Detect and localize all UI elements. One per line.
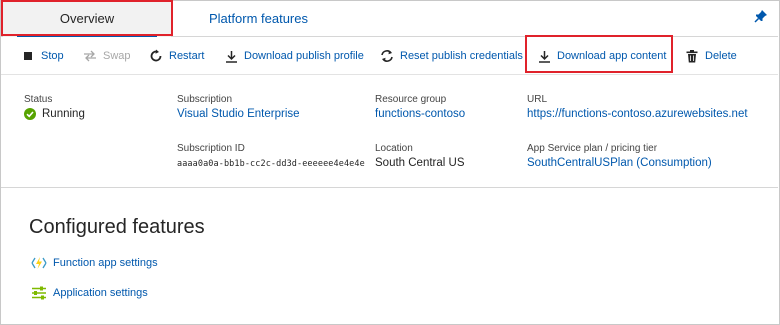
restart-icon xyxy=(149,49,163,63)
subscription-link[interactable]: Visual Studio Enterprise xyxy=(177,108,300,120)
swap-label: Swap xyxy=(103,50,131,62)
subscription-id-value: aaaa0a0a-bb1b-cc2c-dd3d-eeeeee4e4e4e xyxy=(177,159,365,169)
subscription-id-label: Subscription ID xyxy=(177,143,245,154)
download-publish-profile-button[interactable]: Download publish profile xyxy=(224,37,364,75)
restart-label: Restart xyxy=(169,50,205,62)
tab-overview[interactable]: Overview xyxy=(1,0,173,37)
highlight-box-overview xyxy=(1,0,173,36)
command-bar: Stop Swap Restart Download publish profi… xyxy=(1,35,778,75)
status-text: Running xyxy=(42,108,85,120)
running-check-icon xyxy=(24,108,36,120)
plan-link[interactable]: SouthCentralUSPlan (Consumption) xyxy=(527,157,712,169)
function-app-settings-label: Function app settings xyxy=(53,257,158,269)
restart-button[interactable]: Restart xyxy=(149,37,204,75)
download-icon xyxy=(224,49,238,63)
swap-button[interactable]: Swap xyxy=(83,37,131,75)
resource-group-label: Resource group xyxy=(375,94,447,105)
reset-publish-credentials-label: Reset publish credentials xyxy=(400,50,523,62)
function-app-settings-link[interactable]: Function app settings xyxy=(31,255,158,271)
url-link[interactable]: https://functions-contoso.azurewebsites.… xyxy=(527,108,748,120)
location-label: Location xyxy=(375,143,413,154)
location-value: South Central US xyxy=(375,157,465,169)
status-label: Status xyxy=(24,94,53,105)
download-publish-profile-label: Download publish profile xyxy=(244,50,364,62)
tab-platform-features-label: Platform features xyxy=(209,11,308,26)
status-value: Running xyxy=(24,108,85,120)
delete-label: Delete xyxy=(705,50,737,62)
highlight-box-download-app-content xyxy=(525,35,673,73)
pin-icon[interactable] xyxy=(754,9,768,23)
settings-sliders-icon xyxy=(31,286,47,300)
stop-label: Stop xyxy=(41,50,64,62)
stop-button[interactable]: Stop xyxy=(21,37,64,75)
application-settings-label: Application settings xyxy=(53,287,148,299)
tab-bar: Overview Platform features xyxy=(1,0,778,37)
lightning-icon xyxy=(31,256,47,270)
plan-label: App Service plan / pricing tier xyxy=(527,143,658,154)
resource-group-link[interactable]: functions-contoso xyxy=(375,108,465,120)
configured-features-title: Configured features xyxy=(29,216,205,238)
url-label: URL xyxy=(527,94,548,105)
reset-icon xyxy=(380,49,394,63)
tab-platform-features[interactable]: Platform features xyxy=(209,1,308,37)
reset-publish-credentials-button[interactable]: Reset publish credentials xyxy=(380,37,523,75)
application-settings-link[interactable]: Application settings xyxy=(31,285,148,301)
trash-icon xyxy=(685,49,699,63)
delete-button[interactable]: Delete xyxy=(685,37,737,75)
stop-icon xyxy=(21,49,35,63)
swap-icon xyxy=(83,49,97,63)
section-divider xyxy=(1,187,778,188)
subscription-label: Subscription xyxy=(177,94,233,105)
